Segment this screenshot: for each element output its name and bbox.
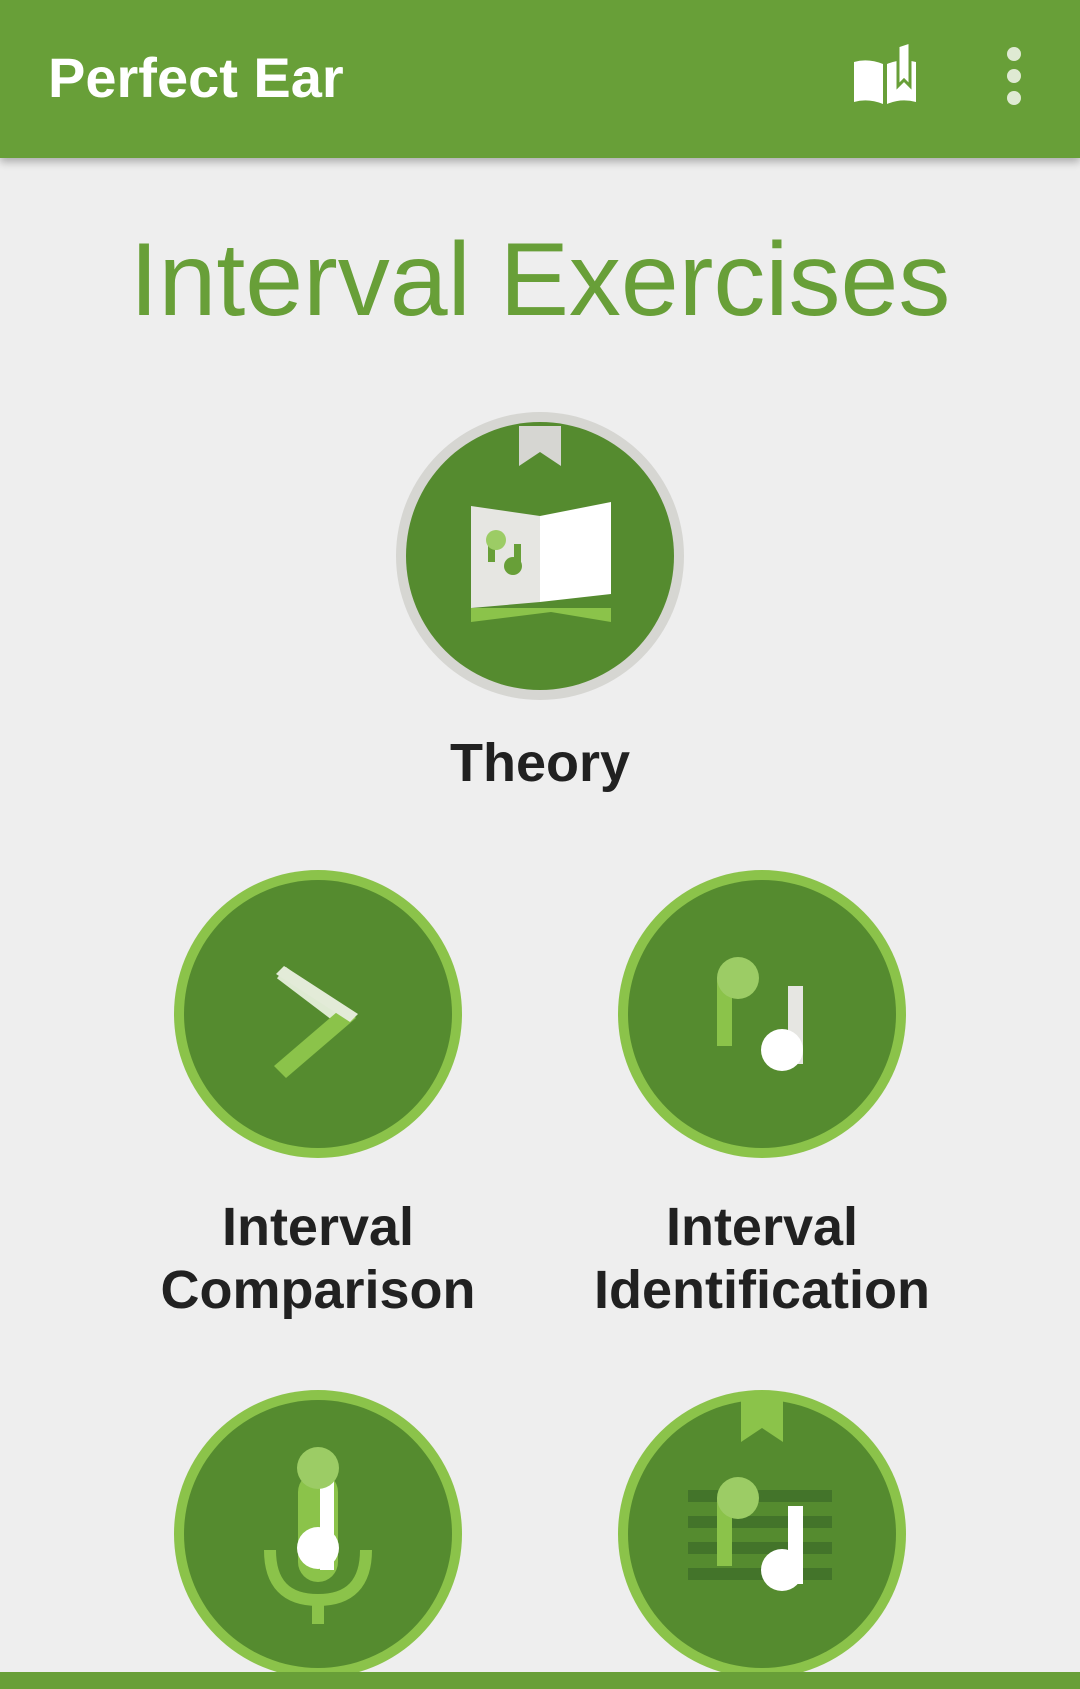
exercise-tile-interval-identification[interactable]: Interval Identification [562, 870, 962, 1320]
exercise-tile-melodic[interactable] [562, 1390, 962, 1678]
label-line: Theory [449, 733, 631, 793]
label-line: Identification [594, 1260, 930, 1320]
microphone-note-icon [174, 1390, 462, 1678]
exercise-tile-theory[interactable]: Theory [340, 412, 740, 812]
more-options-icon[interactable] [990, 40, 1038, 112]
exercise-tile-interval-comparison[interactable]: Interval Comparison [118, 870, 518, 1320]
label-line: Interval [665, 1197, 859, 1257]
exercise-label: Interval Identification [562, 1196, 962, 1322]
theory-book-icon [396, 412, 684, 700]
app-title: Perfect Ear [48, 46, 344, 109]
exercise-tile-singing[interactable] [118, 1390, 518, 1678]
staff-notes-icon [618, 1390, 906, 1678]
open-book-icon[interactable] [846, 39, 924, 112]
exercise-label: Interval Comparison [118, 1196, 518, 1322]
label-line: Interval [221, 1197, 415, 1257]
app-bar: Perfect Ear [0, 0, 1080, 158]
label-line: Comparison [160, 1260, 476, 1320]
exercise-label: Theory [340, 732, 740, 795]
bottom-bar [0, 1672, 1080, 1689]
music-notes-icon [618, 870, 906, 1158]
chevron-right-icon [174, 870, 462, 1158]
page-title: Interval Exercises [129, 222, 951, 338]
